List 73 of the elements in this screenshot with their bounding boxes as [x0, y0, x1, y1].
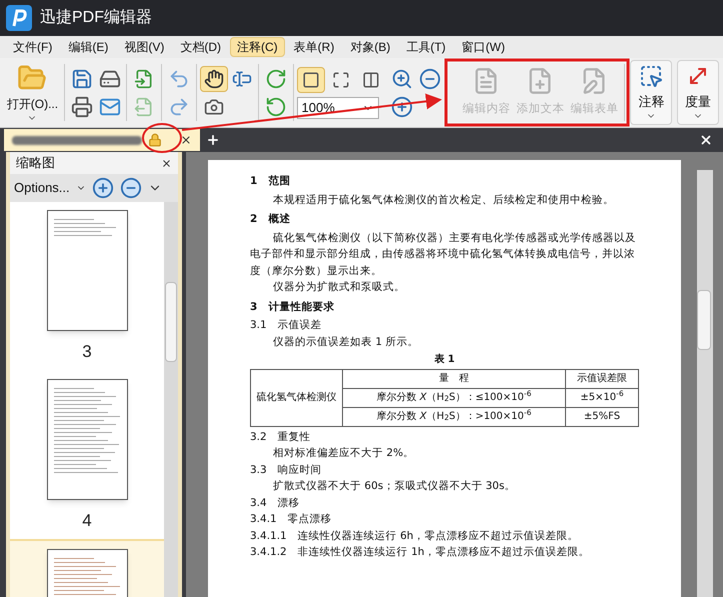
fit-page-icon — [332, 70, 350, 88]
paragraph: 相对标准偏差应不大于 2%。 — [272, 446, 416, 461]
table-header-cell: 示值误差限 — [565, 369, 638, 388]
table-cell: 硫化氢气体检测仪 — [250, 369, 342, 426]
new-tab-icon[interactable] — [206, 133, 220, 147]
zoom-out-icon[interactable] — [120, 177, 142, 199]
subsection-heading: 3.4.1.1 连续性仪器连续运行 6h，零点漂移应不超过示值误差限。 — [250, 528, 580, 544]
plus-circle-icon — [390, 96, 413, 118]
menu-item[interactable]: 窗口(W) — [454, 37, 512, 57]
table-header-cell: 量 程 — [342, 369, 566, 388]
page-export-icon — [134, 96, 154, 116]
subsection-heading: 3.4.1.2 非连续性仪器连续运行 1h，零点漂移应不超过示值误差限。 — [250, 545, 590, 560]
page-number: 3 — [82, 341, 92, 363]
undo-icon — [168, 68, 190, 90]
ribbon-button[interactable]: 注释 — [630, 60, 672, 125]
actual-size-icon — [302, 70, 320, 88]
printer-icon — [70, 96, 93, 118]
open-button[interactable]: 打开(O)... — [4, 60, 61, 125]
actual-size-button[interactable] — [296, 66, 325, 92]
menu-item[interactable]: 注释(C) — [230, 37, 285, 57]
rotate-counterclockwise-icon — [264, 96, 287, 118]
close-icon[interactable] — [180, 134, 192, 146]
app-logo-icon — [6, 5, 32, 31]
menu-item[interactable]: 编辑(E) — [61, 37, 116, 57]
paragraph: 扩散式仪器不大于 60s；泵吸式仪器不大于 30s。 — [272, 479, 516, 494]
table-cell: 摩尔分数 X（H$_{2}$S）：≤100×10$^{-6}$ — [342, 388, 566, 407]
menu-item[interactable]: 文件(F) — [6, 37, 60, 57]
section-heading: 3 计量性能要求 — [250, 300, 336, 314]
fit-width-icon — [362, 70, 380, 88]
camera-icon — [204, 96, 224, 116]
page-import-icon — [134, 68, 154, 88]
window-title: 迅捷PDF编辑器 — [40, 8, 152, 28]
document-tab[interactable] — [4, 129, 200, 151]
text-select-icon — [232, 68, 252, 88]
close-icon[interactable] — [699, 133, 713, 147]
paragraph: 仪器的示值误差如表 1 所示。 — [272, 334, 420, 350]
ribbon-button[interactable]: 度量 — [677, 60, 720, 125]
minus-circle-icon — [419, 68, 441, 90]
table-cell: 摩尔分数 X（H$_{2}$S）：>100×10$^{-6}$ — [342, 407, 566, 426]
table-cell: ±5%FS — [565, 407, 638, 426]
zoom-dropdown[interactable]: 100% — [296, 96, 379, 118]
thumbnail-item[interactable]: 3 — [10, 202, 164, 370]
save-icon — [70, 68, 93, 90]
subsection-heading: 3.3 响应时间 — [250, 462, 323, 478]
hand-tool-button[interactable] — [200, 66, 228, 92]
subsection-heading: 3.2 重复性 — [250, 430, 312, 444]
menu-item[interactable]: 文档(D) — [173, 37, 228, 57]
hand-icon — [204, 68, 224, 88]
thumbnail-item[interactable]: 4 — [10, 370, 164, 539]
subsection-heading: 3.4.1 零点漂移 — [250, 512, 333, 527]
zoom-in-icon[interactable] — [92, 177, 114, 199]
scrollbar[interactable] — [697, 170, 713, 597]
paragraph: 本规程适用于硫化氢气体检测仪的首次检定、后续检定和使用中检验。 — [272, 192, 616, 208]
zoom-in-icon — [390, 68, 413, 90]
subsection-heading: 3.1 示值误差 — [250, 318, 323, 333]
rotate-clockwise-icon — [264, 68, 287, 90]
page-number: 4 — [82, 510, 92, 532]
paragraph: 硫化氢气体检测仪（以下简称仪器）主要有电化学传感器或光学传感器以及电子部件和显示部分组成，由传感器将环境中硫化氢气体转换成电信号，并以浓度（摩尔分数）显示出来。 — [250, 230, 638, 278]
scrollbar[interactable] — [164, 202, 178, 597]
table-caption: 表 1 — [434, 352, 455, 367]
close-icon[interactable] — [161, 158, 172, 168]
section-heading: 1 范围 — [250, 174, 292, 189]
annotation-select-icon — [639, 64, 664, 88]
table-cell: ±5×10$^{-6}$ — [565, 388, 638, 407]
menu-item[interactable]: 工具(T) — [399, 37, 453, 57]
paragraph: 仪器分为扩散式和泵吸式。 — [272, 280, 406, 295]
panel-title: 缩略图 — [16, 154, 55, 172]
menu-item[interactable]: 视图(V) — [117, 37, 172, 57]
annotation-circle — [142, 123, 182, 153]
subsection-heading: 3.4 漂移 — [250, 496, 301, 510]
menu-item[interactable]: 对象(B) — [343, 37, 398, 57]
section-heading: 2 概述 — [250, 212, 292, 227]
menu-item[interactable]: 表单(R) — [286, 37, 342, 57]
